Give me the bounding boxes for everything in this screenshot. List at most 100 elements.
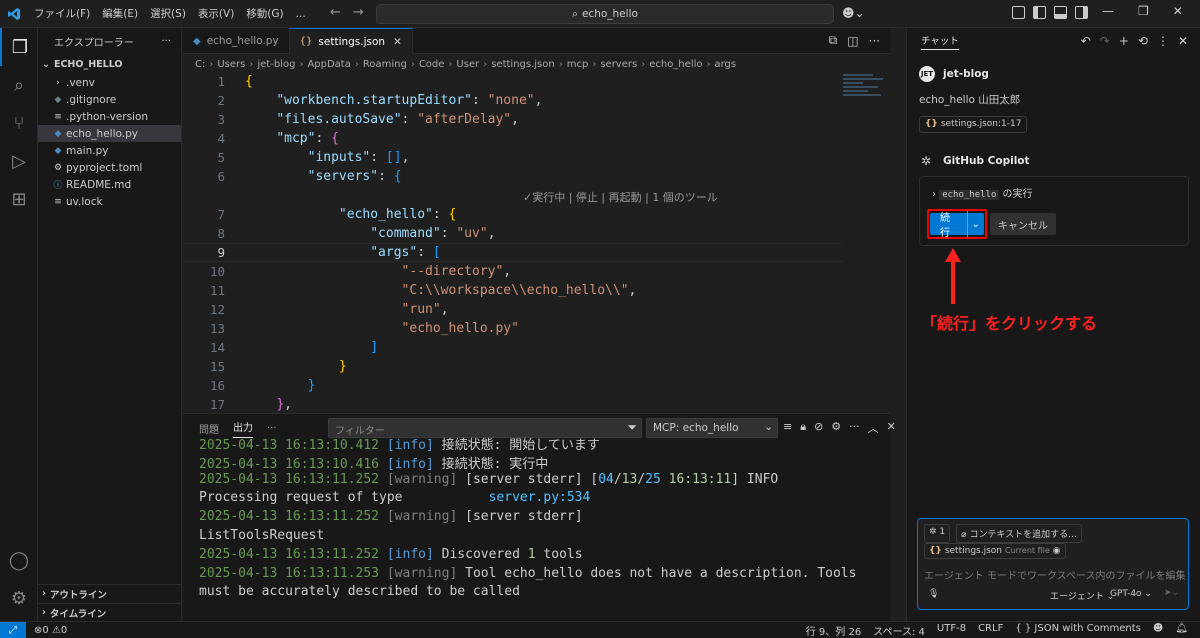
chat-input-box[interactable]: ✲ 1 ⌀ コンテキストを追加する... {} settings.json Curr… <box>917 518 1189 610</box>
menu-item[interactable]: ... <box>296 8 306 20</box>
problems-indicator[interactable]: ⊗0 ⚠0 <box>34 625 67 636</box>
panel-more-icon[interactable]: ··· <box>267 423 277 434</box>
breadcrumb-item[interactable]: echo_hello <box>649 59 702 70</box>
close-panel-icon[interactable]: ✕ <box>887 420 896 436</box>
close-chat-icon[interactable]: ✕ <box>1178 34 1188 48</box>
close-icon[interactable]: ✕ <box>393 36 402 48</box>
run-debug-icon[interactable]: ▷ <box>0 142 38 180</box>
notifications-icon[interactable]: 🔔︎ <box>1175 623 1188 638</box>
tool-confirmation-card: › echo_hello の実行 続行 ⌄ キャンセル <box>919 176 1189 246</box>
redo-icon[interactable]: ↷ <box>1100 34 1110 48</box>
filter-icon[interactable]: ⏷ <box>627 420 637 435</box>
forward-arrow-icon[interactable]: → <box>353 5 364 20</box>
outline-section[interactable]: › アウトライン <box>38 584 182 602</box>
breadcrumb-item[interactable]: jet-blog <box>257 59 295 70</box>
code-editor[interactable]: 1{2 "workbench.startupEditor": "none", 3 … <box>183 72 843 412</box>
menu-item[interactable]: ファイル(F) <box>34 8 90 20</box>
explorer-more-icon[interactable]: ··· <box>161 36 171 47</box>
search-text: echo_hello <box>581 8 638 20</box>
file-item[interactable]: ◆ main.py <box>38 142 181 159</box>
output-line: ListToolsRequest <box>199 527 325 543</box>
more-actions-icon[interactable]: ··· <box>869 34 880 48</box>
extensions-icon[interactable]: ⊞ <box>0 180 38 218</box>
file-item[interactable]: ◆ echo_hello.py <box>38 125 181 142</box>
indentation[interactable]: スペース: 4 <box>873 623 925 638</box>
menu-item[interactable]: 表示(V) <box>198 8 234 20</box>
chat-panel: チャット ↶ ↷ + ⟲ ⋮ ✕ JET jet-blog echo_hello… <box>906 28 1200 621</box>
breadcrumb-item[interactable]: C: <box>195 59 205 70</box>
file-item[interactable]: ⓘ README.md <box>38 176 181 193</box>
send-icon[interactable]: ➤⌄ <box>1164 588 1179 598</box>
chat-title[interactable]: チャット <box>921 33 959 50</box>
remote-icon[interactable]: ⤢ <box>0 621 26 638</box>
breadcrumb-item[interactable]: settings.json <box>491 59 555 70</box>
add-context-button[interactable]: ⌀ コンテキストを追加する... <box>956 524 1082 543</box>
cancel-button[interactable]: キャンセル <box>990 213 1056 235</box>
file-icon: ≡ <box>54 196 62 207</box>
toggle-secondary-sidebar-icon[interactable] <box>1075 6 1088 19</box>
file-item[interactable]: ≡ uv.lock <box>38 193 181 210</box>
tools-button[interactable]: ✲ 1 <box>924 524 951 543</box>
settings-gear-icon[interactable]: ⚙ <box>0 579 38 617</box>
command-center-search[interactable]: ⌕ echo_hello <box>376 4 834 24</box>
menu-item[interactable]: 移動(G) <box>246 8 283 20</box>
toggle-sidebar-icon[interactable] <box>1033 6 1046 19</box>
explorer-icon[interactable]: ❐ <box>0 28 38 66</box>
chat-input[interactable]: エージェント モードでワークスペース内のファイルを編集 <box>924 567 1186 582</box>
tab-settings-json[interactable]: {} settings.json ✕ <box>289 28 413 54</box>
account-icon[interactable]: ◯ <box>0 541 38 579</box>
encoding[interactable]: UTF-8 <box>937 623 966 638</box>
history-icon[interactable]: ⟲ <box>1138 34 1148 48</box>
reference-chip[interactable]: {} settings.json:1-17 <box>919 116 1028 133</box>
split-editor-icon[interactable]: ◫ <box>847 34 858 48</box>
breadcrumb-item[interactable]: servers <box>600 59 637 70</box>
workspace-folder[interactable]: ⌄ ECHO_HELLO <box>38 54 181 74</box>
open-settings-ui-icon[interactable]: ⧉ <box>829 33 838 48</box>
eye-icon[interactable]: ◉ <box>1053 546 1061 556</box>
code-text: ] <box>370 340 379 355</box>
output-log[interactable]: 2025-04-13 16:13:10.412 [info] 接続状態: 開始し… <box>199 434 879 620</box>
tool-title[interactable]: › echo_hello の実行 <box>932 185 1033 200</box>
current-file-chip[interactable]: {} settings.json Current file ◉ <box>924 543 1066 559</box>
microphone-icon[interactable]: 🎙︎ <box>928 589 939 599</box>
customize-layout-icon[interactable] <box>1012 6 1025 19</box>
undo-icon[interactable]: ↶ <box>1081 34 1091 48</box>
minimap[interactable] <box>843 72 890 132</box>
menu-item[interactable]: 編集(E) <box>102 8 138 20</box>
breadcrumb-item[interactable]: Users <box>217 59 245 70</box>
breadcrumb-item[interactable]: User <box>456 59 479 70</box>
language-mode[interactable]: { } JSON with Comments <box>1015 623 1141 638</box>
menu-item[interactable]: 選択(S) <box>150 8 186 20</box>
cursor-position[interactable]: 行 9、列 26 <box>806 623 861 638</box>
tab-echo-hello-py[interactable]: ◆ echo_hello.py <box>183 28 290 54</box>
file-item[interactable]: ⚙ pyproject.toml <box>38 159 181 176</box>
timeline-section[interactable]: › タイムライン <box>38 603 182 621</box>
codelens[interactable]: ✓実行中 | 停止 | 再起動 | 1 個のツール <box>523 189 718 205</box>
search-view-icon[interactable]: ⌕ <box>0 66 38 104</box>
breadcrumb-item[interactable]: Code <box>419 59 445 70</box>
more-actions-icon[interactable]: ⋮ <box>1157 34 1169 48</box>
input-toolbar: ✲ 1 ⌀ コンテキストを追加する... <box>924 524 1082 543</box>
copilot-menu-icon[interactable]: ☻⌄ <box>842 6 865 20</box>
close-window-icon[interactable]: ✕ <box>1173 4 1183 18</box>
file-item[interactable]: › .venv <box>38 74 181 91</box>
new-chat-icon[interactable]: + <box>1119 34 1129 48</box>
file-item[interactable]: ◆ .gitignore <box>38 91 181 108</box>
menu-bar: ファイル(F) 編集(E) 選択(S) 表示(V) 移動(G)... <box>28 6 312 21</box>
restore-icon[interactable]: ❐ <box>1138 4 1149 18</box>
breadcrumb-item[interactable]: mcp <box>567 59 589 70</box>
back-arrow-icon[interactable]: ← <box>330 5 341 20</box>
breadcrumb-item[interactable]: args <box>714 59 736 70</box>
minimize-icon[interactable]: — <box>1102 4 1114 18</box>
breadcrumb-item[interactable]: Roaming <box>363 59 407 70</box>
mode-select[interactable]: エージェント ⌄ <box>1050 589 1114 602</box>
line-number: 17 <box>209 397 225 412</box>
source-control-icon[interactable]: ⑂ <box>0 104 38 142</box>
breadcrumb-item[interactable]: AppData <box>307 59 350 70</box>
line-ending[interactable]: CRLF <box>978 623 1003 638</box>
title-bar: ファイル(F) 編集(E) 選択(S) 表示(V) 移動(G)... ← → ⌕ echo… <box>0 0 1200 28</box>
model-select[interactable]: GPT-4o ⌄ <box>1110 589 1152 599</box>
file-item[interactable]: ≡ .python-version <box>38 108 181 125</box>
copilot-status-icon[interactable]: ☻ <box>1153 623 1163 638</box>
toggle-panel-icon[interactable] <box>1054 6 1067 19</box>
